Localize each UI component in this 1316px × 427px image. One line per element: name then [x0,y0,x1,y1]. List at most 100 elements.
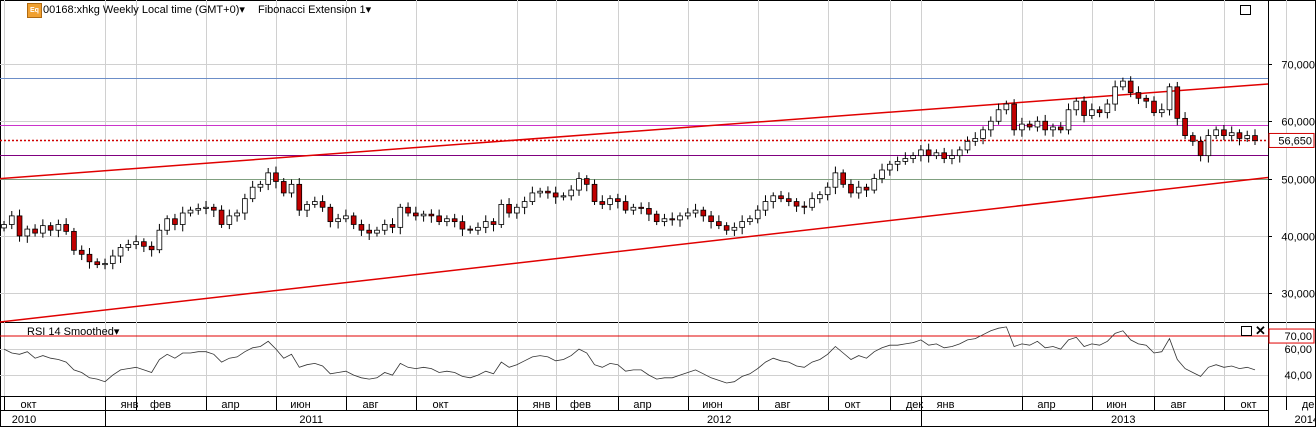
month-label: июн [702,399,722,411]
candle-body [358,224,365,231]
candle-body [210,206,217,211]
candle-body [366,229,373,234]
candle-body [529,192,536,202]
candle-body [1120,80,1126,88]
candle-body [86,253,93,263]
candle-body [1158,109,1165,114]
maximize-rsi-icon[interactable] [1241,326,1252,336]
rsi-series-line [3,326,1256,384]
candle-body [327,206,334,223]
candle-body [172,218,178,225]
candle-body [583,178,590,185]
indicator-label: Fibonacci Extension 1 [258,4,366,16]
candle-body [374,229,380,234]
candle-body [1166,86,1173,111]
candle-body [552,192,559,198]
candle-body [576,178,582,191]
candle-body [226,215,233,225]
candle-body [78,249,85,255]
symbol-title[interactable]: 00168:xhkg Weekly Local time (GMT+0)▾ [43,3,245,16]
candle-body [234,212,240,217]
candle-body [607,198,613,205]
candle-body [125,244,132,248]
chevron-down-icon[interactable]: ▾ [366,4,372,16]
candle-body [622,201,629,211]
candle-body [257,183,264,188]
candle-body [1050,126,1056,131]
candle-body [817,194,823,200]
candle-body [793,201,800,207]
candle-body [1057,126,1064,131]
candle-body [24,228,31,237]
candle-body [102,263,108,266]
candle-body [296,183,303,211]
candle-body [40,225,46,234]
candle-body [1205,135,1212,157]
candle-body [848,183,854,194]
candle-body [677,215,683,221]
candle-body [16,215,23,237]
indicator-title[interactable]: Fibonacci Extension 1▾ [258,3,371,16]
trend-line [0,176,1269,323]
candle-body [1089,109,1095,116]
candle-body [692,209,699,214]
candle-body [716,221,722,227]
candle-body [335,218,341,223]
candle-body [855,186,862,194]
candle-body [1042,120,1049,131]
candle-body [1026,123,1033,128]
candle-body [521,201,528,208]
chevron-down-icon[interactable]: ▾ [114,326,120,338]
candle-body [1081,100,1087,116]
rsi-title[interactable]: RSI 14 Smoothed▾ [27,325,119,338]
candle-body [288,183,295,194]
candle-body [1221,129,1227,136]
chart-canvas: 70,000 60,000 50,000 40,000 30,000 56,650 70,0… [0,0,1316,427]
candle-body [148,245,155,251]
candle-body [133,241,139,245]
chevron-down-icon[interactable]: ▾ [239,4,245,16]
rsi-tick-label: 40,00 [1284,370,1312,382]
candle-body [545,190,551,194]
candle-body [1151,100,1157,114]
maximize-main-icon[interactable] [1240,5,1251,15]
candle-body [311,201,318,205]
candle-body [1182,117,1188,136]
candle-body [653,213,660,223]
candle-body [723,225,730,231]
candle-body [467,228,474,231]
candle-body [63,224,69,232]
candle-body [871,178,878,191]
candle-body [708,215,714,223]
candle-body [280,181,287,194]
candle-body [879,169,885,180]
month-label: фев [150,399,171,411]
y-tick-label: 50,000 [1281,175,1315,187]
month-label: апр [221,399,239,411]
candle-body [451,218,458,223]
candle-body [684,212,691,217]
candle-body [156,229,163,251]
candle-body [754,209,761,220]
candle-body [933,152,940,157]
rsi-label: RSI 14 Smoothed [27,326,114,338]
candle-body [1213,129,1219,136]
close-rsi-icon[interactable]: ✕ [1255,324,1266,337]
month-label: янв [937,399,955,411]
month-label: июн [1106,399,1126,411]
candle-body [117,247,124,257]
candle-body [1228,132,1235,136]
candle-body [32,228,38,234]
month-label: июн [290,399,310,411]
candle-body [420,213,427,217]
candle-body [195,208,202,211]
candle-body [498,204,505,225]
month-label: авг [775,399,791,411]
candle-body [1127,80,1134,93]
candle-body [1244,135,1251,139]
year-label: 2010 [12,414,36,426]
candle-body [1143,97,1150,102]
candle-body [669,218,676,221]
candle-body [910,155,916,159]
candle-body [1197,140,1204,157]
